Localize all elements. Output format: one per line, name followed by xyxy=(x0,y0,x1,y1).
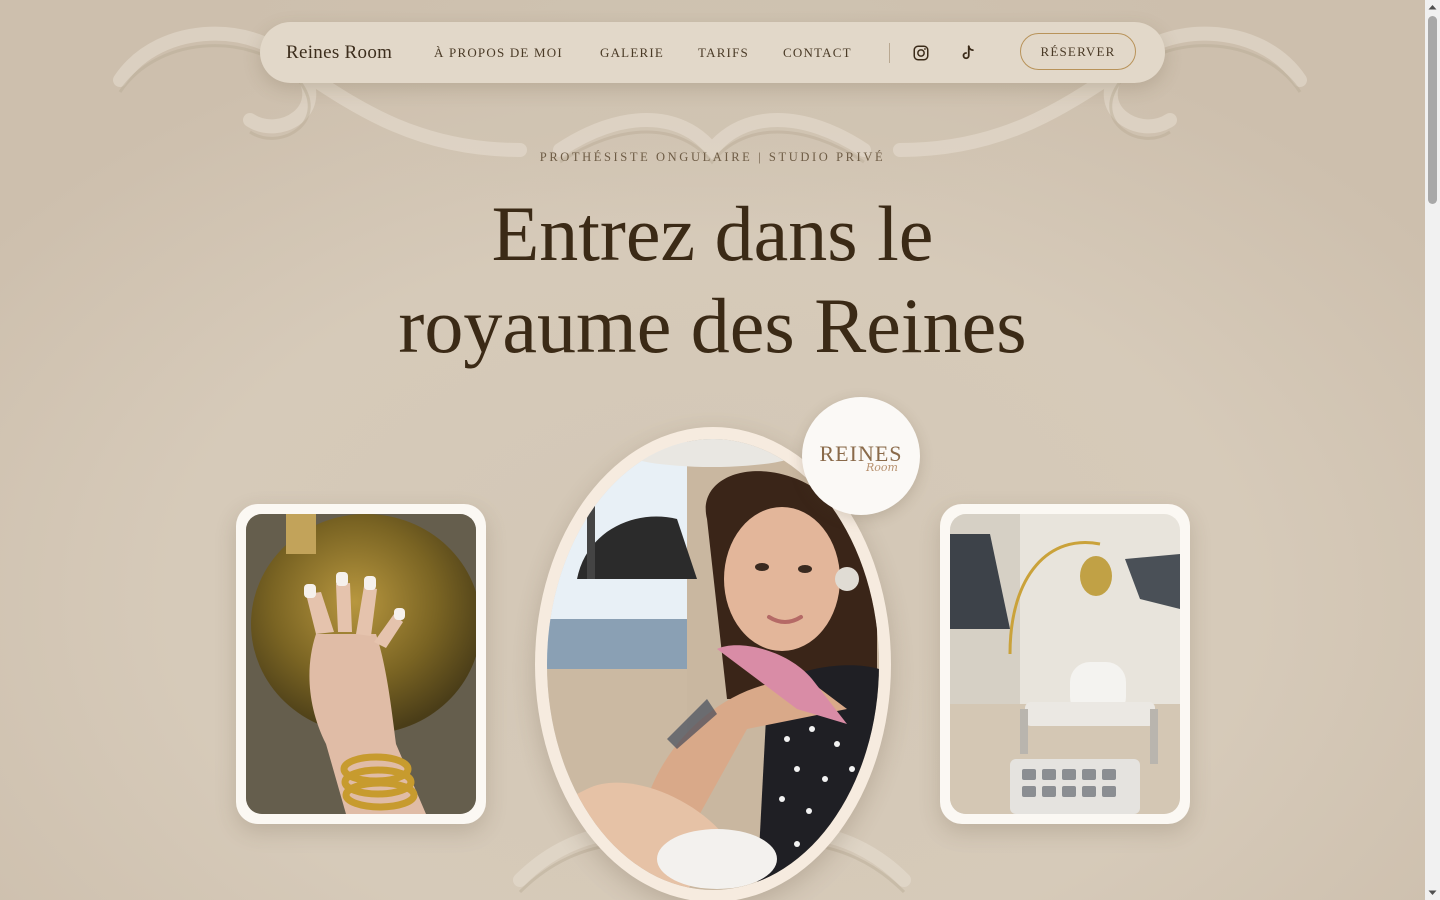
page: Reines Room À PROPOS DE MOI GALERIE TARI… xyxy=(0,0,1425,900)
photo-card-right xyxy=(940,504,1190,824)
hero-headline: Entrez dans le royaume des Reines xyxy=(0,188,1425,372)
scroll-up-arrow-icon[interactable] xyxy=(1425,0,1440,15)
photo-card-left xyxy=(236,504,486,824)
nav-divider xyxy=(889,43,890,63)
top-navigation: Reines Room À PROPOS DE MOI GALERIE TARI… xyxy=(260,22,1165,83)
studio-room-photo xyxy=(950,514,1180,814)
reserve-button[interactable]: RÉSERVER xyxy=(1020,33,1136,70)
nails-hand-photo xyxy=(246,514,476,814)
hero-eyebrow: PROTHÉSISTE ONGULAIRE | STUDIO PRIVÉ xyxy=(539,150,886,164)
brand-logo-text[interactable]: Reines Room xyxy=(286,22,392,83)
headline-line-2: royaume des Reines xyxy=(398,282,1027,369)
portrait-photo xyxy=(547,439,879,890)
instagram-icon[interactable] xyxy=(912,44,930,62)
vertical-scrollbar[interactable] xyxy=(1425,0,1440,900)
scroll-down-arrow-icon[interactable] xyxy=(1425,885,1440,900)
nav-link-about[interactable]: À PROPOS DE MOI xyxy=(434,22,563,83)
scrollbar-thumb[interactable] xyxy=(1428,16,1437,204)
headline-line-1: Entrez dans le xyxy=(491,190,934,277)
nav-link-pricing[interactable]: TARIFS xyxy=(698,22,749,83)
nav-link-gallery[interactable]: GALERIE xyxy=(600,22,664,83)
badge-logo-main: REINES xyxy=(819,441,903,466)
tiktok-icon[interactable] xyxy=(959,44,977,62)
nav-link-contact[interactable]: CONTACT xyxy=(783,22,852,83)
logo-badge: REINES Room xyxy=(802,397,920,515)
badge-logo-script: Room xyxy=(866,461,898,474)
